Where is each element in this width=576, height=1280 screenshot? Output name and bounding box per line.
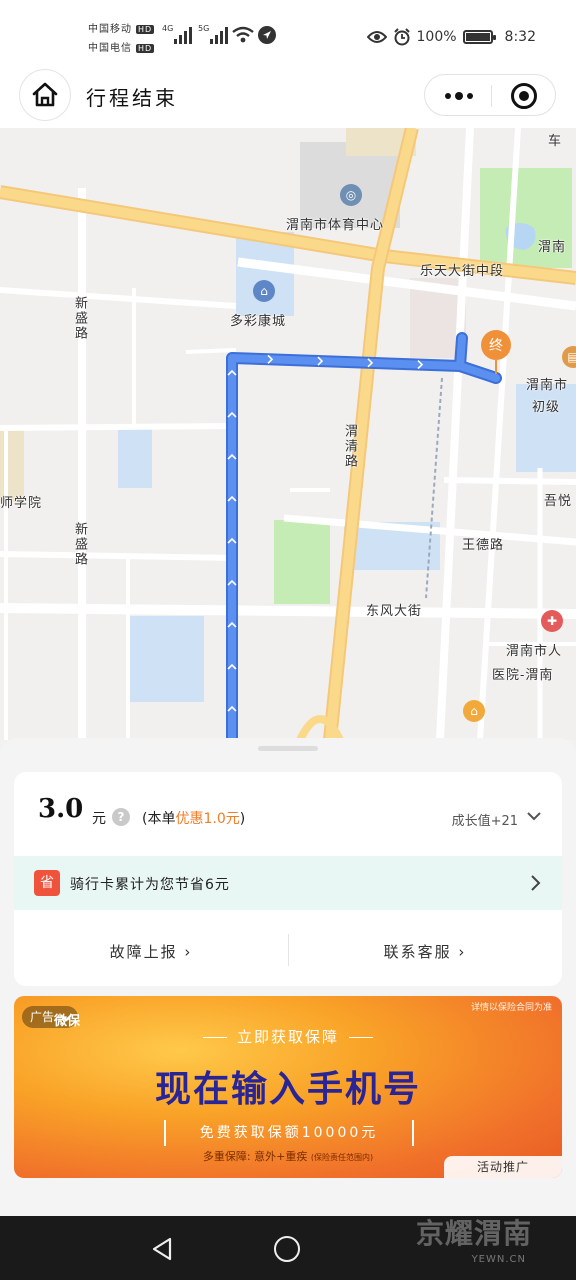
savings-badge-icon: 省 — [34, 870, 60, 896]
miniprogram-capsule — [424, 74, 556, 116]
savings-banner[interactable]: 省 骑行卡累计为您节省6元 — [14, 856, 562, 910]
carrier-2: 中国电信 HD — [88, 43, 155, 54]
alarm-icon — [393, 28, 410, 46]
close-miniprogram-button[interactable] — [511, 83, 537, 109]
discount-amount: 优惠1.0元 — [175, 811, 240, 827]
water-block — [130, 616, 204, 702]
map-label-wude-road: 王德路 — [462, 538, 505, 553]
map-label-chuji: 初级 — [532, 400, 561, 415]
status-right: 100% 8:32 — [366, 28, 536, 46]
ad-disclaimer: 详情以保险合同为准 — [470, 1003, 552, 1013]
end-point-marker[interactable]: 终 — [481, 330, 511, 374]
map-label-weinan-school: 渭南市 — [526, 378, 569, 393]
battery-icon — [462, 30, 496, 44]
end-marker-label: 终 — [489, 338, 503, 354]
wifi-icon — [232, 26, 254, 43]
water-block — [118, 428, 152, 488]
back-icon[interactable] — [150, 1236, 176, 1262]
growth-value[interactable]: 成长值+21 — [452, 810, 518, 829]
navigation-icon — [258, 26, 276, 44]
map-label-xinsheng-road-2: 新盛路 — [72, 522, 87, 567]
ad-offer: 免费获取保额10000元 — [164, 1120, 414, 1146]
contact-service-button[interactable]: 联系客服 › — [288, 934, 562, 970]
trip-price: 3.0 — [38, 794, 84, 824]
map-label-che: 车 — [548, 134, 563, 149]
ad-subtitle: 立即获取保障 — [14, 1026, 562, 1047]
signal-icon — [210, 26, 228, 44]
price-help-icon[interactable]: ? — [112, 808, 130, 826]
ad-banner[interactable]: 广告 微保 详情以保险合同为准 立即获取保障 现在输入手机号 免费获取保额100… — [14, 996, 562, 1178]
map-label-weinan: 渭南 — [538, 240, 567, 255]
map-label-duocai: 多彩康城 — [230, 314, 287, 329]
savings-text: 骑行卡累计为您节省6元 — [70, 877, 230, 893]
map-label-hospital-2: 医院-渭南 — [492, 668, 554, 683]
map-label-hospital: 渭南市人 — [506, 644, 563, 659]
network-5g-label: 5G — [198, 24, 210, 33]
header: 行程结束 — [0, 68, 576, 128]
discount-note: (本单优惠1.0元) — [142, 811, 246, 827]
carrier-1: 中国移动 HD — [88, 24, 155, 35]
residential-poi-icon: ⌂ — [253, 280, 275, 302]
battery-percent: 100% — [416, 29, 457, 45]
map-label-wuyue: 吾悦 — [544, 494, 573, 509]
trip-map[interactable]: 渭南市体育中心 ◎ 乐天大街中段 渭南 多彩康城 ⌂ 新盛路 新盛路 渭清路 渭… — [0, 128, 576, 740]
map-label-letian-street: 乐天大街中段 — [420, 264, 505, 279]
map-label-dongfeng-street: 东风大街 — [366, 604, 423, 619]
page-title: 行程结束 — [86, 86, 178, 110]
more-button[interactable] — [439, 83, 479, 109]
sheet-drag-handle[interactable] — [258, 746, 318, 751]
map-label-xinsheng-road: 新盛路 — [72, 296, 87, 341]
trip-summary-card: 3.0 元 ? (本单优惠1.0元) 成长值+21 省 骑行卡累计为您节省6元 … — [14, 772, 562, 986]
stadium-poi-icon: ◎ — [340, 184, 362, 206]
report-fault-button[interactable]: 故障上报 › — [14, 934, 288, 970]
eye-icon — [366, 31, 387, 43]
more-icon — [445, 93, 451, 99]
home-button[interactable] — [20, 70, 70, 120]
shop-poi-icon: ⌂ — [463, 700, 485, 722]
price-unit: 元 — [92, 811, 106, 827]
status-bar: 中国移动 HD 中国电信 HD 4G 5G 100% 8:32 — [0, 0, 576, 68]
signal-icon — [174, 26, 192, 44]
map-label-weiqing-road: 渭清路 — [342, 424, 357, 469]
ad-title: 现在输入手机号 — [154, 1069, 421, 1110]
ad-promo-label: 活动推广 — [444, 1156, 562, 1178]
hospital-poi-icon: ✚ — [541, 610, 563, 632]
clock: 8:32 — [504, 29, 536, 45]
home-nav-icon[interactable] — [274, 1236, 300, 1262]
network-4g-label: 4G — [162, 24, 174, 33]
block — [0, 428, 24, 502]
system-nav-bar: 京耀渭南 YEWN.CN — [0, 1216, 576, 1280]
chevron-down-icon[interactable] — [526, 808, 542, 824]
park-area — [274, 520, 330, 604]
trip-summary-sheet: 3.0 元 ? (本单优惠1.0元) 成长值+21 省 骑行卡累计为您节省6元 … — [0, 738, 576, 1216]
watermark: 京耀渭南 — [415, 1217, 532, 1250]
watermark-url: YEWN.CN — [471, 1254, 526, 1265]
home-icon — [32, 82, 58, 107]
chevron-right-icon — [531, 875, 541, 891]
map-label-sports-center: 渭南市体育中心 — [286, 218, 385, 233]
map-label-xueyuan: 师学院 — [0, 496, 43, 511]
